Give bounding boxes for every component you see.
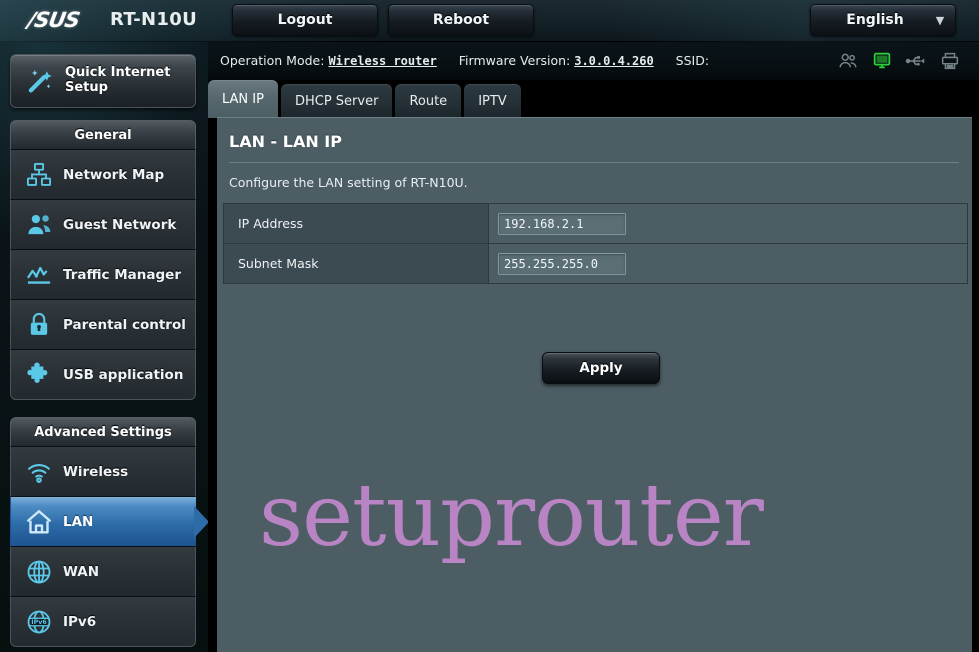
sidebar-item-wan[interactable]: WAN	[10, 547, 196, 597]
top-header-bar: /SUS RT-N10U Logout Reboot English ▼	[0, 0, 979, 42]
sidebar-item-label: IPv6	[63, 613, 97, 630]
sidebar-item-label: Network Map	[63, 166, 165, 183]
guest-network-icon[interactable]	[837, 50, 859, 72]
tab-dhcp-server[interactable]: DHCP Server	[280, 84, 393, 118]
ip-address-input[interactable]	[498, 212, 626, 235]
sidebar: Quick Internet Setup General Network Map…	[0, 42, 209, 652]
wifi-icon	[19, 452, 59, 492]
sidebar-item-label: Parental control	[63, 316, 186, 333]
globe-icon	[19, 552, 59, 592]
language-label: English	[846, 12, 904, 28]
connected-client-icon[interactable]	[871, 50, 893, 72]
ssid-label: SSID:	[675, 53, 710, 68]
status-strip: Operation Mode: Wireless router Firmware…	[208, 42, 979, 80]
ip-address-cell	[488, 203, 968, 244]
status-info-text: Operation Mode: Wireless router Firmware…	[220, 53, 709, 68]
sidebar-item-label: USB application	[63, 366, 184, 383]
svg-text:IPv6: IPv6	[31, 619, 47, 626]
magic-wand-icon	[19, 61, 59, 101]
status-icon-group	[837, 50, 961, 72]
chevron-down-icon: ▼	[935, 13, 945, 27]
tab-lan-ip[interactable]: LAN IP	[208, 80, 278, 118]
sidebar-item-label: WAN	[63, 563, 100, 580]
sidebar-item-label: Wireless	[63, 463, 129, 480]
sidebar-item-guest-network[interactable]: Guest Network	[10, 200, 196, 250]
router-model-name: RT-N10U	[110, 9, 197, 30]
sidebar-section-advanced-settings: Advanced Settings	[10, 417, 196, 447]
sidebar-item-parental-control[interactable]: Parental control	[10, 300, 196, 350]
subnet-mask-cell	[488, 243, 968, 284]
subnet-mask-input[interactable]	[498, 252, 626, 275]
printer-icon[interactable]	[939, 50, 961, 72]
sidebar-item-lan[interactable]: LAN	[10, 497, 209, 547]
language-selector[interactable]: English ▼	[810, 4, 956, 36]
settings-panel: LAN - LAN IP Configure the LAN setting o…	[217, 117, 972, 652]
network-map-icon	[19, 155, 59, 195]
sidebar-item-label: Guest Network	[63, 216, 177, 233]
reboot-button[interactable]: Reboot	[388, 4, 534, 36]
table-row: IP Address	[223, 203, 968, 244]
sidebar-item-wireless[interactable]: Wireless	[10, 447, 196, 497]
sidebar-item-ipv6[interactable]: IPv6 IPv6	[10, 597, 196, 647]
quick-internet-setup-button[interactable]: Quick Internet Setup	[10, 54, 196, 108]
sidebar-item-usb-application[interactable]: USB application	[10, 350, 196, 400]
tab-route[interactable]: Route	[395, 84, 462, 118]
operation-mode-label: Operation Mode:	[220, 53, 325, 68]
puzzle-icon	[19, 355, 59, 395]
panel-description: Configure the LAN setting of RT-N10U.	[229, 175, 468, 190]
page-title: LAN - LAN IP	[229, 132, 342, 151]
operation-mode-value[interactable]: Wireless router	[328, 54, 436, 68]
logout-button[interactable]: Logout	[232, 4, 378, 36]
firmware-version-value[interactable]: 3.0.0.4.260	[574, 54, 653, 68]
title-divider	[229, 162, 959, 163]
subnet-mask-label: Subnet Mask	[223, 243, 489, 284]
tab-iptv[interactable]: IPTV	[464, 84, 521, 118]
ip-address-label: IP Address	[223, 203, 489, 244]
asus-logo: /SUS	[25, 8, 82, 32]
sidebar-item-label: Traffic Manager	[63, 266, 181, 283]
apply-button[interactable]: Apply	[542, 352, 660, 384]
sidebar-item-traffic-manager[interactable]: Traffic Manager	[10, 250, 196, 300]
watermark-text: setuprouter	[259, 466, 764, 566]
lan-settings-table: IP Address Subnet Mask	[223, 203, 968, 284]
usb-icon[interactable]	[905, 50, 927, 72]
home-icon	[19, 502, 59, 542]
sidebar-item-network-map[interactable]: Network Map	[10, 150, 196, 200]
traffic-manager-icon	[19, 255, 59, 295]
lock-icon	[19, 305, 59, 345]
tab-bar: LAN IP DHCP Server Route IPTV	[208, 80, 524, 118]
active-item-arrow-icon	[194, 506, 209, 538]
table-row: Subnet Mask	[223, 243, 968, 284]
guest-network-icon	[19, 205, 59, 245]
main-content-area: LAN IP DHCP Server Route IPTV LAN - LAN …	[208, 80, 979, 652]
ipv6-icon: IPv6	[19, 602, 59, 642]
sidebar-item-label: LAN	[63, 513, 94, 530]
sidebar-section-general: General	[10, 120, 196, 150]
quick-internet-setup-label: Quick Internet Setup	[65, 65, 171, 95]
firmware-version-label: Firmware Version:	[458, 53, 571, 68]
